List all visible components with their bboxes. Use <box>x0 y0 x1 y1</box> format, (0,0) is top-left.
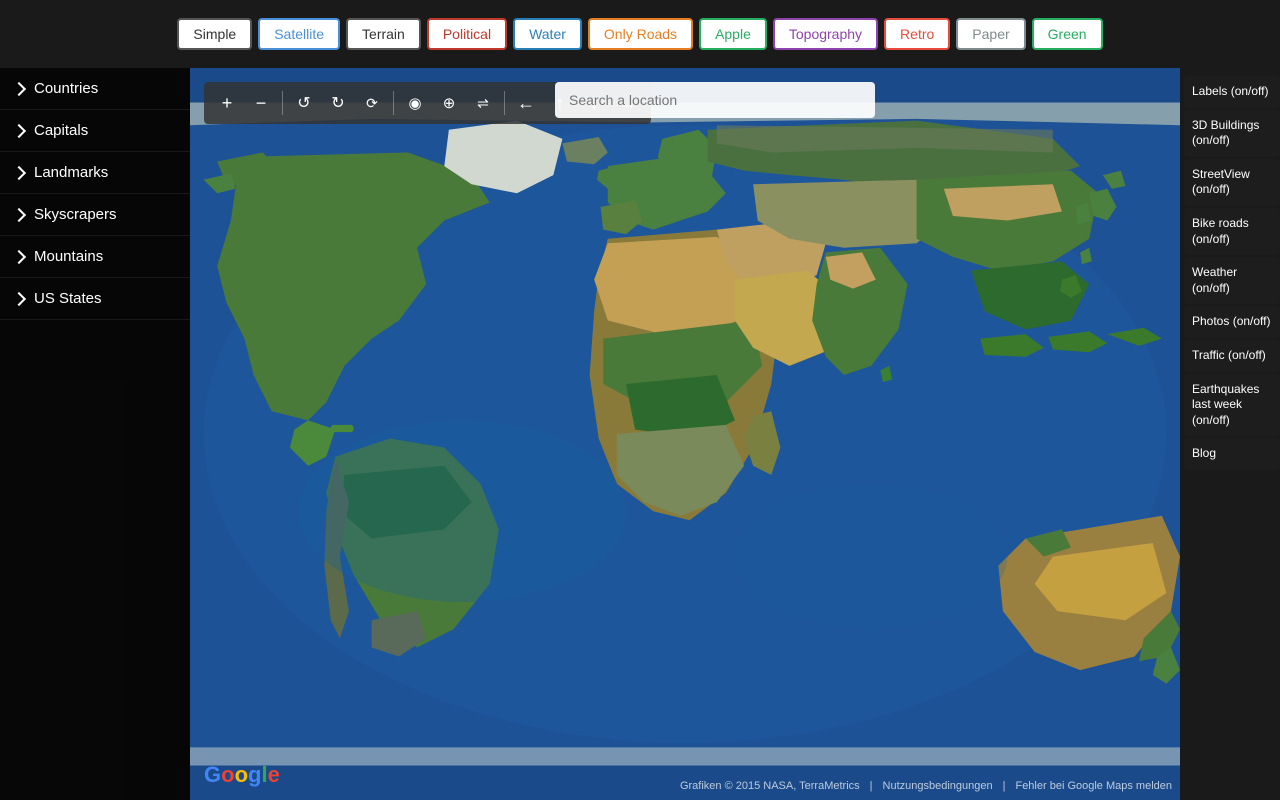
sidebar-arrow-countries <box>12 81 26 95</box>
map-style-btn-simple[interactable]: Simple <box>177 18 252 50</box>
map-style-btn-green[interactable]: Green <box>1032 18 1103 50</box>
map-style-btn-retro[interactable]: Retro <box>884 18 950 50</box>
copyright-text: Grafiken © 2015 NASA, TerraMetrics <box>680 780 860 792</box>
right-panel-btn-blog[interactable]: Blog <box>1184 438 1280 470</box>
sidebar-label-us-states: US States <box>34 290 102 307</box>
map-style-btn-topography[interactable]: Topography <box>773 18 878 50</box>
sidebar-label-capitals: Capitals <box>34 122 88 139</box>
zoom-in-button[interactable]: + <box>212 88 242 118</box>
sidebar-arrow-capitals <box>12 123 26 137</box>
sidebar-item-countries[interactable]: Countries <box>0 68 190 110</box>
right-panel-btn-earthquakes[interactable]: Earthquakes last week (on/off) <box>1184 374 1280 437</box>
toolbar-divider-2 <box>393 91 394 115</box>
toolbar-divider-1 <box>282 91 283 115</box>
right-panel-btn-3d-buildings[interactable]: 3D Buildings (on/off) <box>1184 110 1280 157</box>
sidebar-item-landmarks[interactable]: Landmarks <box>0 152 190 194</box>
map-style-btn-apple[interactable]: Apple <box>699 18 767 50</box>
pan-left-button[interactable]: ← <box>511 88 541 118</box>
right-panel-btn-labels[interactable]: Labels (on/off) <box>1184 76 1280 108</box>
toolbar-divider-3 <box>504 91 505 115</box>
sidebar-item-mountains[interactable]: Mountains <box>0 236 190 278</box>
footer-bar: Grafiken © 2015 NASA, TerraMetrics | Nut… <box>680 780 1172 792</box>
sidebar-item-us-states[interactable]: US States <box>0 278 190 320</box>
sidebar-arrow-skyscrapers <box>12 207 26 221</box>
sidebar-label-countries: Countries <box>34 80 98 97</box>
map-style-btn-only-roads[interactable]: Only Roads <box>588 18 693 50</box>
sidebar: Countries Capitals Landmarks Skyscrapers Mou… <box>0 68 190 800</box>
separator2: | <box>1003 780 1006 792</box>
right-panel-btn-traffic[interactable]: Traffic (on/off) <box>1184 340 1280 372</box>
sidebar-item-capitals[interactable]: Capitals <box>0 110 190 152</box>
map-style-bar: SimpleSatelliteTerrainPoliticalWaterOnly… <box>0 0 1280 68</box>
right-panel-btn-weather[interactable]: Weather (on/off) <box>1184 257 1280 304</box>
google-logo: Google <box>204 762 280 788</box>
sidebar-arrow-us-states <box>12 291 26 305</box>
map-style-btn-water[interactable]: Water <box>513 18 582 50</box>
map-style-btn-political[interactable]: Political <box>427 18 507 50</box>
zoom-out-button[interactable]: − <box>246 88 276 118</box>
rotate-right-button[interactable]: ↻ <box>323 88 353 118</box>
map-style-btn-satellite[interactable]: Satellite <box>258 18 340 50</box>
sidebar-arrow-landmarks <box>12 165 26 179</box>
search-input[interactable] <box>555 82 875 118</box>
sidebar-label-skyscrapers: Skyscrapers <box>34 206 117 223</box>
rotate-left-button[interactable]: ↺ <box>289 88 319 118</box>
pin-button[interactable]: ◉ <box>400 88 430 118</box>
sidebar-label-landmarks: Landmarks <box>34 164 108 181</box>
right-panel-btn-photos[interactable]: Photos (on/off) <box>1184 306 1280 338</box>
right-panel-btn-streetview[interactable]: StreetView (on/off) <box>1184 159 1280 206</box>
map-background: + − ↺ ↻ ⟳ ◉ ⊕ ⇌ ← ↑ ↓ → <box>190 68 1180 800</box>
main-area: Countries Capitals Landmarks Skyscrapers Mou… <box>0 68 1280 800</box>
sidebar-item-skyscrapers[interactable]: Skyscrapers <box>0 194 190 236</box>
map-style-btn-paper[interactable]: Paper <box>956 18 1025 50</box>
shuffle-button[interactable]: ⇌ <box>468 88 498 118</box>
sidebar-arrow-mountains <box>12 249 26 263</box>
search-box <box>555 82 875 118</box>
terms-link[interactable]: Nutzungsbedingungen <box>883 780 993 792</box>
locate-button[interactable]: ⊕ <box>434 88 464 118</box>
world-map-svg <box>190 68 1180 800</box>
sidebar-label-mountains: Mountains <box>34 248 103 265</box>
separator: | <box>870 780 873 792</box>
map-style-btn-terrain[interactable]: Terrain <box>346 18 421 50</box>
right-panel: Labels (on/off)3D Buildings (on/off)Stre… <box>1180 68 1280 800</box>
right-panel-btn-bike-roads[interactable]: Bike roads (on/off) <box>1184 208 1280 255</box>
report-link[interactable]: Fehler bei Google Maps melden <box>1015 780 1172 792</box>
map-container[interactable]: + − ↺ ↻ ⟳ ◉ ⊕ ⇌ ← ↑ ↓ → <box>190 68 1180 800</box>
reset-button[interactable]: ⟳ <box>357 88 387 118</box>
